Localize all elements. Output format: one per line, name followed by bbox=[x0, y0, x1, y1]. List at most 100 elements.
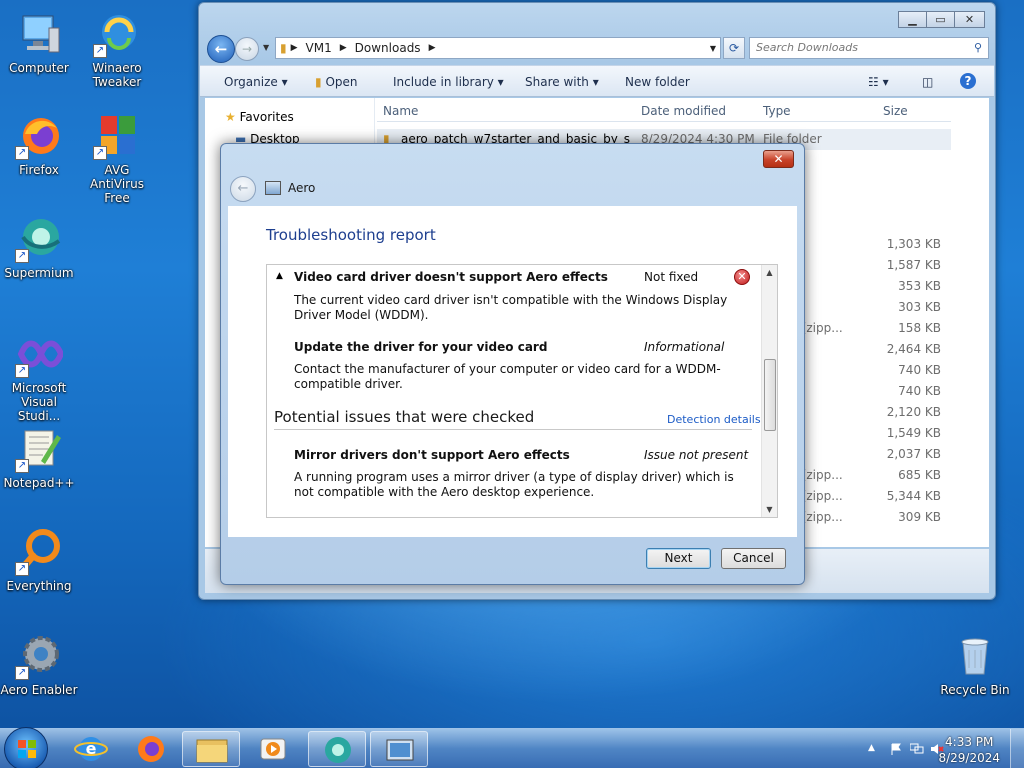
taskbar-supermium[interactable] bbox=[308, 731, 366, 767]
minimize-button[interactable]: ▁ bbox=[898, 11, 927, 28]
checked-issues-heading: Potential issues that were checked bbox=[274, 408, 535, 426]
column-date-modified[interactable]: Date modified bbox=[641, 104, 726, 118]
issue-title: Video card driver doesn't support Aero e… bbox=[294, 270, 608, 284]
desktop-icon-firefox[interactable]: ↗ Firefox bbox=[0, 112, 78, 177]
taskbar-media-player[interactable] bbox=[244, 731, 302, 767]
desktop-icon-recycle-bin[interactable]: Recycle Bin bbox=[936, 632, 1014, 697]
chevron-right-icon: ▶ bbox=[428, 43, 436, 53]
column-name[interactable]: Name bbox=[383, 104, 418, 118]
detection-details-link[interactable]: Detection details bbox=[667, 413, 761, 426]
issue-description: Contact the manufacturer of your compute… bbox=[294, 362, 721, 391]
taskbar-firefox[interactable] bbox=[122, 731, 180, 767]
desktop-icon-avg[interactable]: ↗ AVG AntiVirus Free bbox=[78, 112, 156, 205]
file-size: 2,120 KB bbox=[886, 405, 941, 419]
action-center-flag-icon[interactable] bbox=[890, 743, 902, 755]
start-button[interactable] bbox=[4, 727, 48, 768]
notepadpp-icon: ↗ bbox=[15, 425, 63, 473]
preview-pane-icon[interactable]: ◫ bbox=[922, 75, 933, 89]
dialog-close-button[interactable]: ✕ bbox=[763, 150, 794, 168]
maximize-button[interactable]: ▭ bbox=[926, 11, 955, 28]
desktop-icon-label: Everything bbox=[6, 579, 72, 593]
chevron-right-icon: ▶ bbox=[290, 43, 298, 53]
help-icon[interactable]: ? bbox=[960, 73, 976, 89]
desktop-icon-aero-enabler[interactable]: ↗ Aero Enabler bbox=[0, 632, 78, 697]
desktop-icon-visual-studio[interactable]: ↗ Microsoft Visual Studi... bbox=[0, 330, 78, 423]
forward-button[interactable]: → bbox=[235, 37, 259, 61]
window-caption-buttons: ▁ ▭ ✕ bbox=[898, 11, 985, 28]
close-button[interactable]: ✕ bbox=[954, 11, 985, 28]
clock[interactable]: 4:33 PM 8/29/2024 bbox=[938, 734, 1000, 766]
include-label: Include in library bbox=[393, 75, 494, 89]
desktop-icon-label: Computer bbox=[9, 61, 69, 75]
address-dropdown-icon[interactable]: ▼ bbox=[710, 44, 716, 53]
column-type[interactable]: Type bbox=[763, 104, 791, 118]
everything-search-icon: ↗ bbox=[15, 528, 63, 576]
report-scrollbar[interactable]: ▲ ▼ bbox=[761, 265, 777, 517]
report-heading: Troubleshooting report bbox=[266, 226, 436, 244]
scrollbar-thumb[interactable] bbox=[764, 359, 776, 431]
chevron-right-icon: ▶ bbox=[339, 43, 347, 53]
desktop-icon-supermium[interactable]: ↗ Supermium bbox=[0, 215, 78, 280]
refresh-button[interactable]: ⟳ bbox=[723, 37, 745, 59]
breadcrumb-downloads[interactable]: Downloads bbox=[355, 41, 421, 55]
desktop-icon-everything[interactable]: ↗ Everything bbox=[0, 528, 78, 593]
nav-favorites[interactable]: ★ Favorites bbox=[225, 110, 294, 124]
share-with-menu[interactable]: Share with ▾ bbox=[525, 75, 599, 89]
checked-issue-title: Mirror drivers don't support Aero effect… bbox=[294, 448, 570, 462]
desktop-icon-label: Notepad++ bbox=[3, 476, 75, 490]
shortcut-arrow-icon: ↗ bbox=[93, 44, 107, 58]
file-size: 309 KB bbox=[898, 510, 941, 524]
star-icon: ★ bbox=[225, 110, 236, 124]
taskbar-windows-explorer[interactable] bbox=[182, 731, 240, 767]
troubleshooter-icon bbox=[386, 739, 414, 761]
search-input[interactable]: Search Downloads ⚲ bbox=[749, 37, 989, 59]
include-in-library-menu[interactable]: Include in library ▾ bbox=[393, 75, 504, 89]
address-bar[interactable]: ▮ ▶ VM1 ▶ Downloads ▶ ▼ bbox=[275, 37, 721, 59]
open-button[interactable]: ▮ Open bbox=[315, 75, 358, 89]
network-icon[interactable] bbox=[909, 743, 924, 755]
desktop-icon-label: Winaero Tweaker bbox=[92, 61, 142, 89]
desktop-icon-winaero[interactable]: ↗ Winaero Tweaker bbox=[78, 10, 156, 89]
firefox-icon: ↗ bbox=[15, 112, 63, 160]
cancel-button[interactable]: Cancel bbox=[721, 548, 786, 569]
file-size: 353 KB bbox=[898, 279, 941, 293]
scroll-up-arrow-icon[interactable]: ▲ bbox=[762, 265, 777, 280]
checked-issue-description: A running program uses a mirror driver (… bbox=[294, 470, 734, 499]
supermium-icon bbox=[325, 737, 351, 763]
troubleshooter-dialog: ✕ ← Aero Troubleshooting report ▲ Video … bbox=[220, 143, 805, 585]
windows-logo-icon bbox=[18, 740, 36, 758]
recent-pages-dropdown[interactable]: ▼ bbox=[263, 43, 269, 52]
desktop-icon-computer[interactable]: Computer bbox=[0, 10, 78, 75]
show-hidden-icons-icon[interactable]: ▲ bbox=[868, 743, 880, 755]
column-size[interactable]: Size bbox=[883, 104, 908, 118]
file-size: 685 KB bbox=[898, 468, 941, 482]
system-tray: ▲ 4:33 PM 8/29/2024 bbox=[834, 729, 1024, 768]
file-size: 1,303 KB bbox=[886, 237, 941, 251]
dialog-back-button[interactable]: ← bbox=[230, 176, 256, 202]
back-button[interactable]: ← bbox=[207, 35, 235, 63]
breadcrumb-vm1[interactable]: VM1 bbox=[306, 41, 332, 55]
view-options-icon[interactable]: ☷ ▾ bbox=[868, 75, 889, 89]
collapse-triangle-icon[interactable]: ▲ bbox=[276, 271, 283, 281]
avg-antivirus-icon: ↗ bbox=[93, 112, 141, 160]
desktop-icon-notepadpp[interactable]: ↗ Notepad++ bbox=[0, 425, 78, 490]
checked-issue-status: Issue not present bbox=[644, 448, 749, 462]
organize-menu[interactable]: Organize ▾ bbox=[224, 75, 288, 89]
open-label: Open bbox=[325, 75, 358, 89]
shortcut-arrow-icon: ↗ bbox=[15, 666, 29, 680]
visual-studio-icon: ↗ bbox=[15, 330, 65, 378]
issue-status: Informational bbox=[644, 340, 725, 354]
show-desktop-button[interactable] bbox=[1010, 729, 1024, 768]
taskbar-internet-explorer[interactable]: e bbox=[62, 731, 120, 767]
next-button[interactable]: Next bbox=[646, 548, 711, 569]
file-size: 2,037 KB bbox=[886, 447, 941, 461]
computer-icon bbox=[15, 10, 63, 58]
scroll-down-arrow-icon[interactable]: ▼ bbox=[762, 502, 777, 517]
folder-icon: ▮ bbox=[280, 41, 287, 55]
desktop-icon-label: Firefox bbox=[19, 163, 59, 177]
taskbar-troubleshooter[interactable] bbox=[370, 731, 428, 767]
dialog-content: Troubleshooting report ▲ Video card driv… bbox=[228, 206, 797, 537]
recycle-bin-icon bbox=[951, 632, 999, 680]
new-folder-button[interactable]: New folder bbox=[625, 75, 690, 89]
desktop-icon-label: Recycle Bin bbox=[940, 683, 1010, 697]
